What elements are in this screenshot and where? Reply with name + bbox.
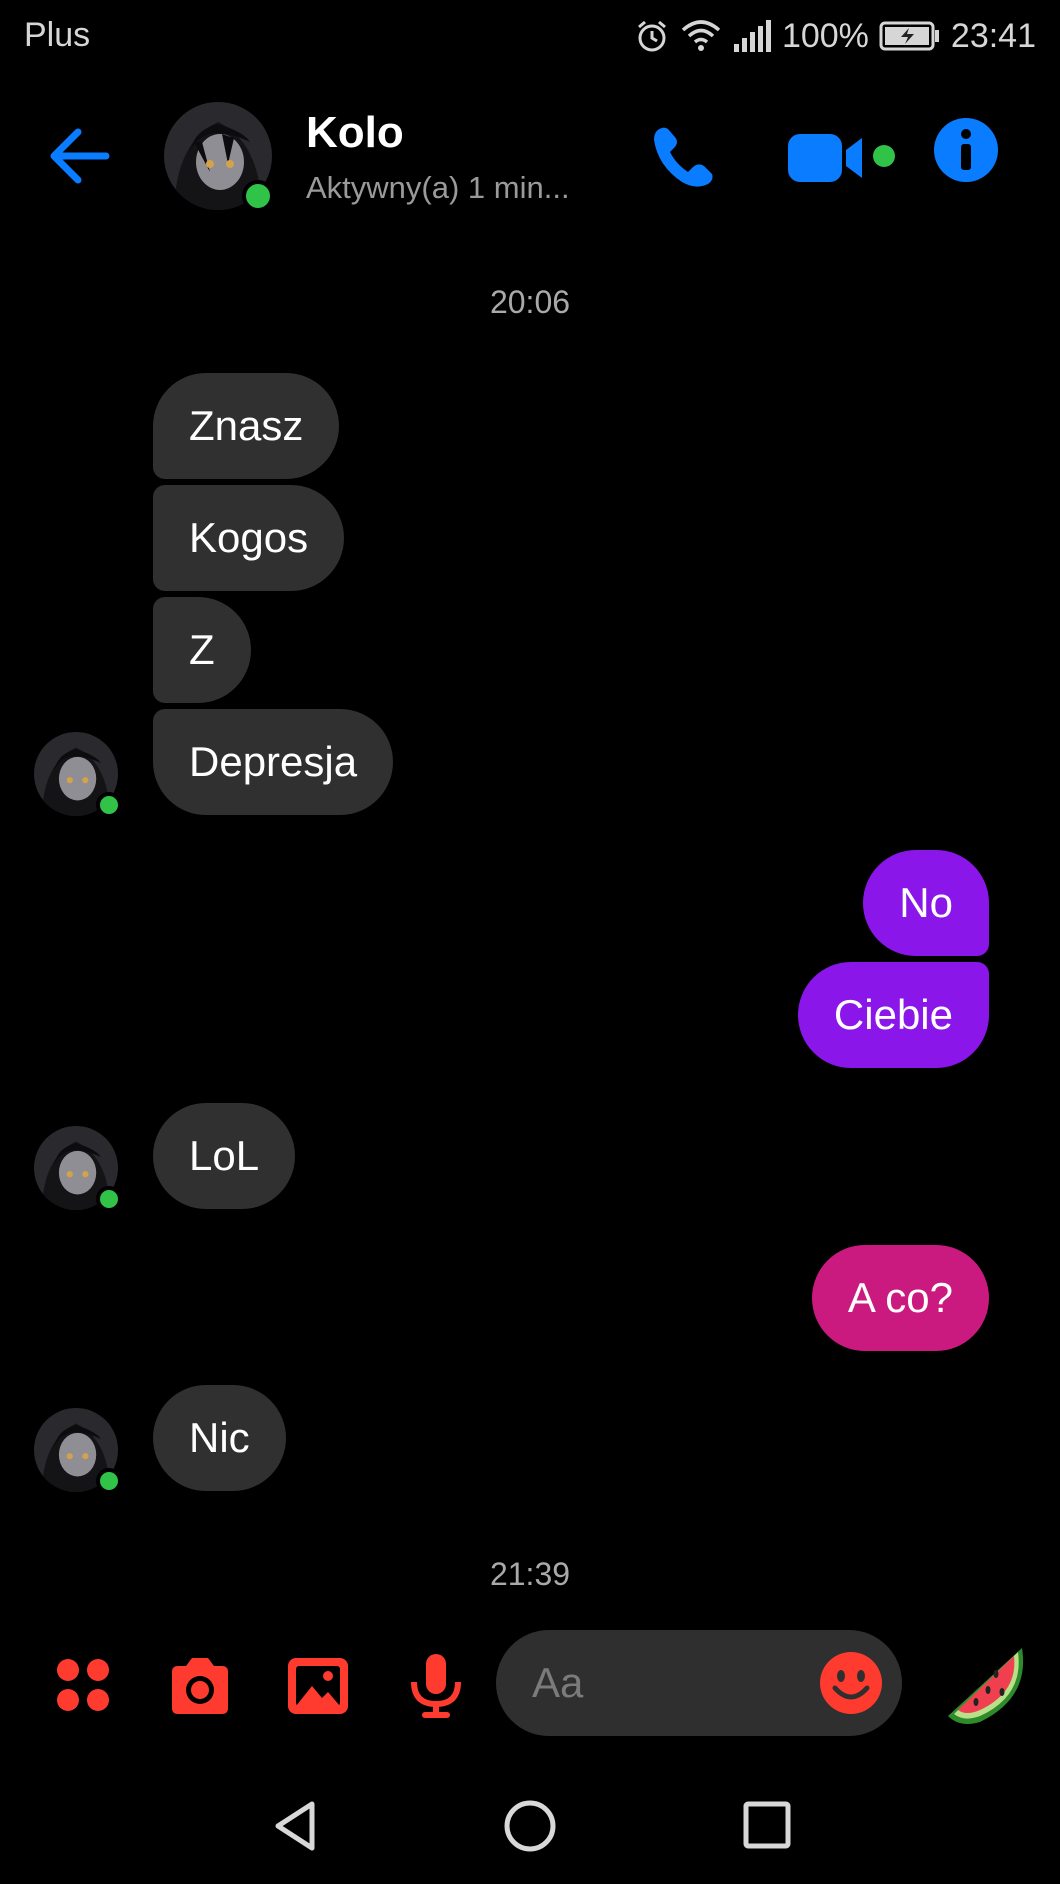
contact-name[interactable]: Kolo <box>306 108 404 158</box>
signal-icon <box>733 20 771 52</box>
nav-recents-icon <box>743 1801 791 1849</box>
camera-button[interactable] <box>166 1654 234 1718</box>
timestamp: 20:06 <box>489 284 571 320</box>
message-bubble-outgoing[interactable]: Ciebie <box>797 962 989 1068</box>
alarm-icon <box>637 20 666 52</box>
battery-icon <box>879 21 939 51</box>
video-call-button[interactable] <box>788 130 898 186</box>
online-indicator <box>242 180 274 212</box>
sender-avatar[interactable] <box>34 1408 122 1494</box>
status-bar: Plus 100% 23:41 <box>0 0 1060 72</box>
system-nav-bar <box>0 1770 1060 1884</box>
message-bubble-outgoing[interactable]: A co? <box>811 1245 989 1351</box>
message-input[interactable] <box>532 1652 792 1714</box>
emoji-button[interactable] <box>818 1650 884 1716</box>
gallery-button[interactable] <box>284 1654 352 1718</box>
carrier-label: Plus <box>24 16 91 54</box>
timestamp: 21:39 <box>489 1556 571 1592</box>
message-bubble-incoming[interactable]: Depresja <box>153 709 394 815</box>
message-text: Znasz <box>189 402 304 449</box>
message-text: Depresja <box>189 738 358 785</box>
quick-reaction-button[interactable] <box>940 1638 1030 1728</box>
nav-recents-button[interactable] <box>734 1796 798 1856</box>
more-actions-button[interactable] <box>50 1654 118 1718</box>
message-bubble-incoming[interactable]: Z <box>153 597 251 703</box>
video-camera-icon <box>788 134 895 182</box>
voice-call-button[interactable] <box>648 122 718 192</box>
arrow-left-icon <box>50 128 110 184</box>
clock: 23:41 <box>950 16 1036 55</box>
nav-back-button[interactable] <box>266 1796 330 1856</box>
message-text: LoL <box>189 1132 260 1179</box>
sender-avatar[interactable] <box>34 732 122 818</box>
nav-home-icon <box>504 1800 556 1852</box>
battery-percent: 100% <box>781 16 869 55</box>
image-icon <box>288 1658 348 1714</box>
camera-icon <box>172 1658 228 1714</box>
message-text: Kogos <box>189 514 309 561</box>
microphone-icon <box>411 1654 461 1718</box>
contact-avatar[interactable] <box>164 102 274 212</box>
contact-status: Aktywny(a) 1 min... <box>306 170 570 205</box>
message-bubble-incoming[interactable]: Nic <box>153 1385 286 1491</box>
voice-message-button[interactable] <box>402 1654 470 1718</box>
composer-bar <box>0 1630 1060 1740</box>
message-bubble-incoming[interactable]: Kogos <box>153 485 345 591</box>
phone-icon <box>654 127 713 187</box>
sender-avatar[interactable] <box>34 1126 122 1212</box>
online-indicator <box>96 1468 122 1494</box>
message-text: No <box>899 879 953 926</box>
menu-dots-icon <box>57 1659 109 1711</box>
message-bubble-outgoing[interactable]: No <box>863 850 989 956</box>
emoji-icon <box>820 1652 882 1714</box>
watermelon-sticker-icon <box>948 1648 1024 1724</box>
online-indicator <box>96 792 122 818</box>
message-text: Nic <box>189 1414 250 1461</box>
message-bubble-incoming[interactable]: LoL <box>153 1103 296 1209</box>
online-indicator <box>96 1186 122 1212</box>
nav-back-icon <box>275 1801 315 1851</box>
nav-home-button[interactable] <box>498 1796 562 1856</box>
conversation-header: Kolo Aktywny(a) 1 min... <box>0 80 1060 230</box>
message-text: A co? <box>847 1274 953 1321</box>
status-icons: 100% 23:41 <box>634 14 1036 58</box>
message-text: Z <box>189 626 215 673</box>
wifi-icon <box>681 20 721 51</box>
back-button[interactable] <box>44 124 116 188</box>
message-bubble-incoming[interactable]: Znasz <box>153 373 340 479</box>
info-icon <box>934 118 998 182</box>
message-text: Ciebie <box>833 991 953 1038</box>
conversation-info-button[interactable] <box>932 116 1000 184</box>
message-input-container[interactable] <box>496 1630 902 1736</box>
